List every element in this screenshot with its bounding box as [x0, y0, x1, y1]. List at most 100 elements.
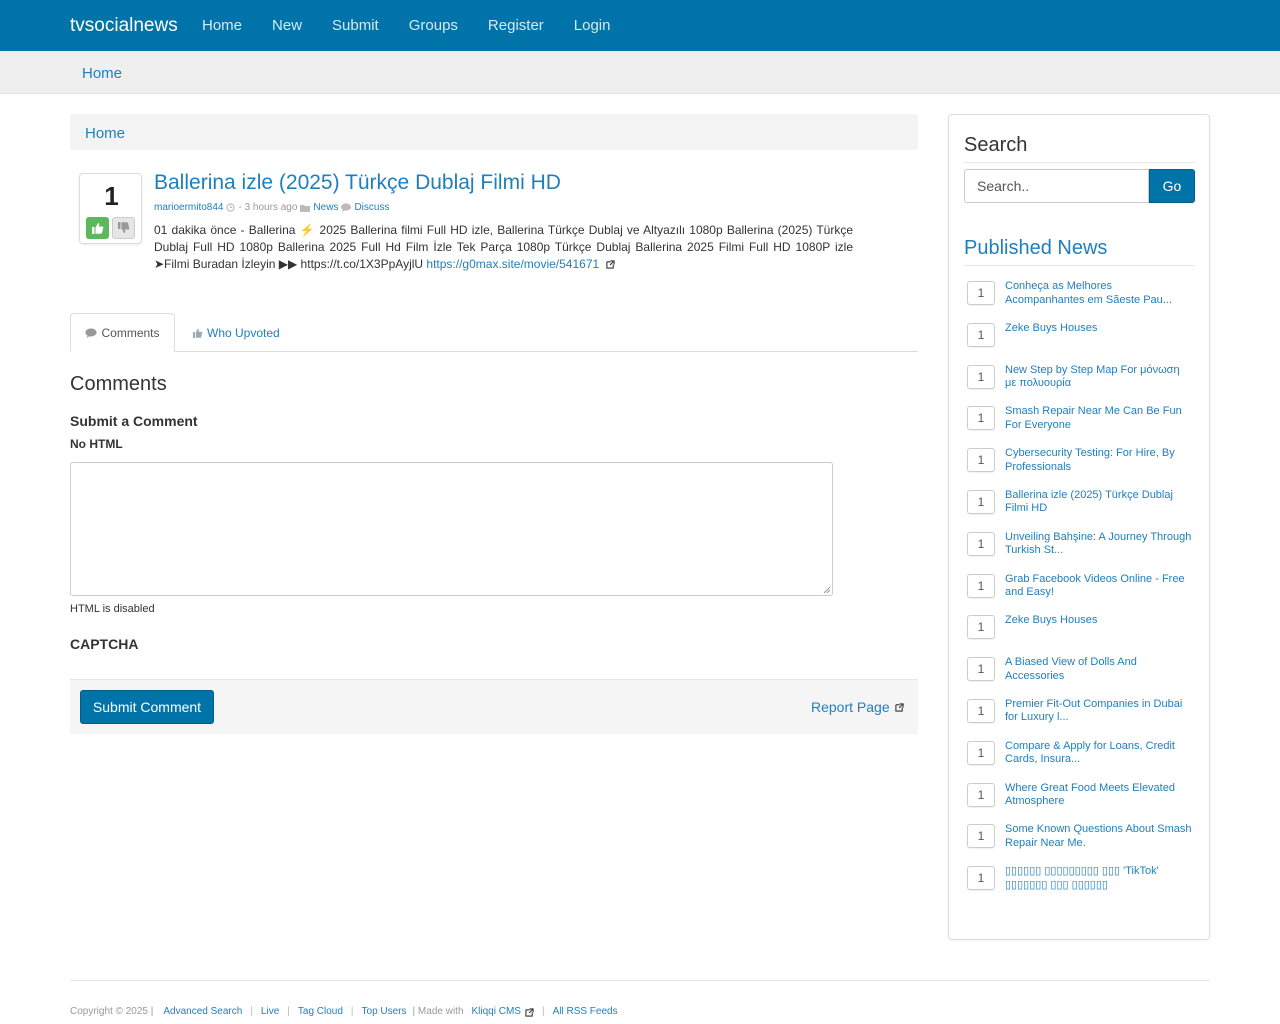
separator: |: [250, 1006, 253, 1017]
footer-tag-cloud[interactable]: Tag Cloud: [298, 1006, 343, 1017]
separator: |: [350, 1006, 354, 1017]
news-title-link[interactable]: Conheça as Melhores Acompanhantes em Sãe…: [1005, 280, 1193, 307]
news-vote-count: 1: [967, 615, 995, 640]
news-vote-count: 1: [967, 866, 995, 891]
story-author[interactable]: marioermito844: [154, 202, 223, 213]
published-news-list: 1 Conheça as Melhores Acompanhantes em Sã…: [967, 280, 1195, 908]
footer-copyright: Copyright © 2025 |: [70, 1006, 154, 1017]
nav-register[interactable]: Register: [488, 17, 544, 34]
nav-groups[interactable]: Groups: [409, 17, 458, 34]
news-title-link[interactable]: Zeke Buys Houses: [1005, 322, 1193, 336]
news-vote-count: 1: [967, 448, 995, 473]
divider: [964, 265, 1195, 266]
search-input[interactable]: [964, 169, 1149, 203]
footer: Copyright © 2025 | Advanced Search | Liv…: [70, 1006, 618, 1017]
story-body: 01 dakika önce - Ballerina ⚡ 2025 Baller…: [154, 222, 853, 273]
news-title-link[interactable]: Some Known Questions About Smash Repair …: [1005, 823, 1193, 850]
footer-kliqqi-cms[interactable]: Kliqqi CMS: [472, 1006, 521, 1017]
tab-who-upvoted-label: Who Upvoted: [207, 325, 280, 340]
search-go-button[interactable]: Go: [1149, 169, 1195, 203]
list-item: 1 New Step by Step Map For μόνωση με πολυ…: [967, 364, 1195, 407]
footer-top-users[interactable]: Top Users: [362, 1006, 407, 1017]
news-title-link[interactable]: Where Great Food Meets Elevated Atmosphe…: [1005, 782, 1193, 809]
news-title-link[interactable]: New Step by Step Map For μόνωση με πολυο…: [1005, 364, 1193, 391]
story-title[interactable]: Ballerina izle (2025) Türkçe Dublaj Film…: [154, 171, 561, 195]
news-title-link[interactable]: Smash Repair Near Me Can Be Fun For Ever…: [1005, 405, 1193, 432]
captcha-heading: CAPTCHA: [70, 636, 139, 652]
news-title-link[interactable]: ▯▯▯▯▯▯ ▯▯▯▯▯▯▯▯▯ ▯▯▯ 'TikTok' ▯▯▯▯▯▯▯ ▯▯…: [1005, 865, 1193, 892]
list-item: 1 Unveiling Bahşine: A Journey Through Tu…: [967, 531, 1195, 574]
comment-icon: [341, 203, 352, 212]
report-page-label: Report Page: [811, 699, 890, 715]
news-vote-count: 1: [967, 698, 995, 723]
news-vote-count: 1: [967, 782, 995, 807]
news-vote-count: 1: [967, 364, 995, 389]
divider: [964, 162, 1195, 163]
news-title-link[interactable]: Premier Fit-Out Companies in Dubai for L…: [1005, 698, 1193, 725]
footer-made-with: | Made with: [412, 1006, 464, 1017]
brand-logo[interactable]: tvsocialnews: [70, 15, 178, 37]
nav-links: Home New Submit Groups Register Login: [202, 17, 640, 34]
breadcrumb: Home: [70, 114, 918, 150]
footer-advanced-search[interactable]: Advanced Search: [163, 1006, 242, 1017]
list-item: 1 Grab Facebook Videos Online - Free and …: [967, 573, 1195, 616]
submit-comment-button[interactable]: Submit Comment: [80, 690, 214, 724]
news-title-link[interactable]: A Biased View of Dolls And Accessories: [1005, 656, 1193, 683]
news-title-link[interactable]: Zeke Buys Houses: [1005, 614, 1193, 628]
breadcrumb-home[interactable]: Home: [85, 125, 125, 142]
folder-icon: [300, 204, 311, 212]
list-item: 1 Compare & Apply for Loans, Credit Cards…: [967, 740, 1195, 783]
news-vote-count: 1: [967, 573, 995, 598]
resize-grip-icon[interactable]: [822, 585, 831, 594]
story-time: - 3 hours ago: [238, 202, 298, 213]
nav-login[interactable]: Login: [574, 17, 611, 34]
top-navbar: tvsocialnews Home New Submit Groups Regi…: [0, 0, 1280, 51]
story-category[interactable]: News: [313, 202, 338, 213]
list-item: 1 Cybersecurity Testing: For Hire, By Pro…: [967, 447, 1195, 490]
news-title-link[interactable]: Cybersecurity Testing: For Hire, By Prof…: [1005, 447, 1193, 474]
footer-live[interactable]: Live: [261, 1006, 279, 1017]
subbar-home-link[interactable]: Home: [82, 65, 122, 82]
list-item: 1 Where Great Food Meets Elevated Atmosph…: [967, 782, 1195, 825]
footer-rss-feeds[interactable]: All RSS Feeds: [553, 1006, 618, 1017]
story-source-link[interactable]: https://g0max.site/movie/541671: [426, 257, 599, 271]
news-vote-count: 1: [967, 531, 995, 556]
upvote-button[interactable]: [86, 217, 109, 239]
sidebar: Search Go Published News 1 Conheça as Mel…: [948, 114, 1210, 940]
separator: |: [287, 1006, 290, 1017]
sidebar-search-heading: Search: [964, 134, 1028, 156]
report-page-link[interactable]: Report Page: [811, 699, 904, 715]
list-item: 1 Some Known Questions About Smash Repair…: [967, 823, 1195, 866]
downvote-button[interactable]: [112, 217, 135, 239]
clock-icon: [226, 203, 236, 212]
external-link-icon: [894, 702, 904, 712]
news-vote-count: 1: [967, 406, 995, 431]
news-title-link[interactable]: Compare & Apply for Loans, Credit Cards,…: [1005, 740, 1193, 767]
story-discuss[interactable]: Discuss: [354, 202, 389, 213]
vote-box: 1: [79, 173, 142, 244]
thumbs-down-icon: [118, 222, 130, 233]
thumbs-up-icon: [192, 328, 203, 338]
html-disabled-note: HTML is disabled: [70, 603, 155, 615]
news-title-link[interactable]: Ballerina izle (2025) Türkçe Dublaj Film…: [1005, 489, 1193, 516]
nav-submit[interactable]: Submit: [332, 17, 379, 34]
list-item: 1 Smash Repair Near Me Can Be Fun For Eve…: [967, 405, 1195, 448]
thumbs-up-icon: [92, 223, 104, 234]
news-vote-count: 1: [967, 322, 995, 347]
external-link-icon: [525, 1008, 534, 1017]
nav-new[interactable]: New: [272, 17, 302, 34]
story-meta: marioermito844 - 3 hours ago News Discus…: [154, 202, 389, 213]
news-title-link[interactable]: Unveiling Bahşine: A Journey Through Tur…: [1005, 531, 1193, 558]
comment-textarea[interactable]: [70, 462, 833, 596]
tab-who-upvoted[interactable]: Who Upvoted: [192, 313, 280, 352]
list-item: 1 Conheça as Melhores Acompanhantes em Sã…: [967, 280, 1195, 323]
news-vote-count: 1: [967, 281, 995, 305]
news-title-link[interactable]: Grab Facebook Videos Online - Free and E…: [1005, 573, 1193, 600]
external-link-icon[interactable]: [605, 260, 615, 269]
tab-comments[interactable]: Comments: [70, 313, 175, 352]
published-news-heading[interactable]: Published News: [964, 237, 1107, 260]
list-item: 1 Zeke Buys Houses: [967, 322, 1195, 365]
nav-home[interactable]: Home: [202, 17, 242, 34]
submit-comment-heading: Submit a Comment: [70, 413, 198, 429]
